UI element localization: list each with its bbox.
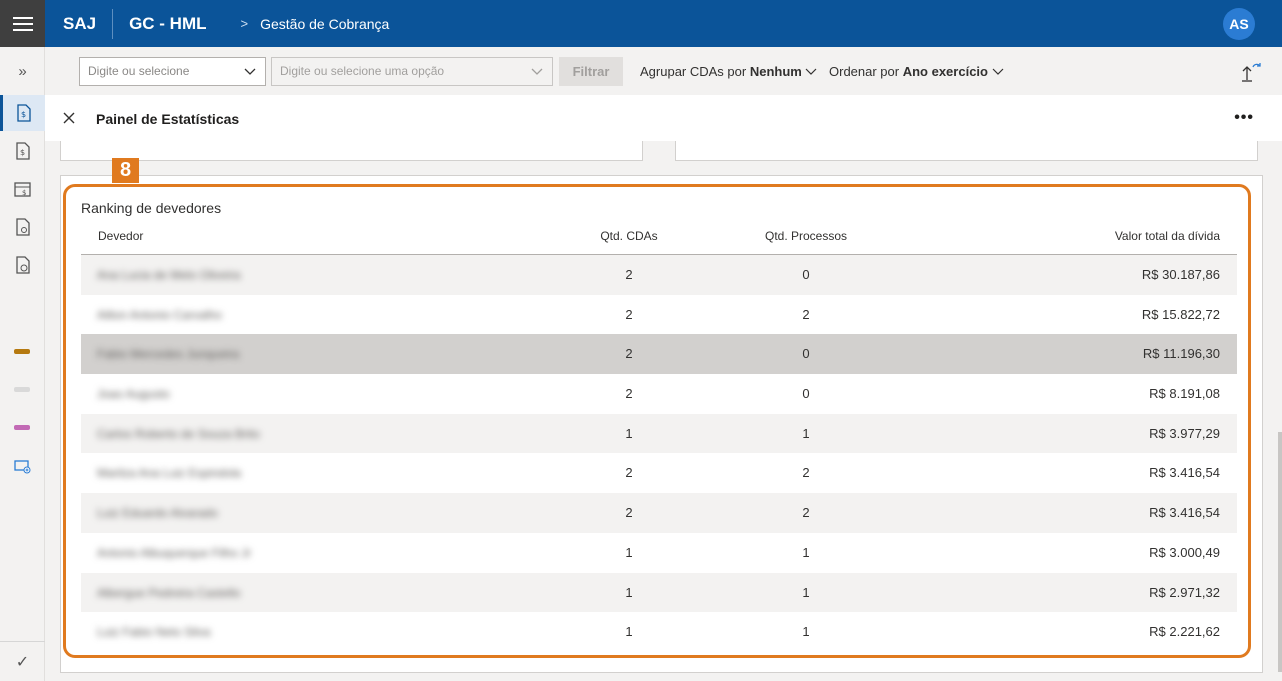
color-marker-purple[interactable] — [14, 425, 30, 430]
breadcrumb[interactable]: Gestão de Cobrança — [260, 16, 389, 32]
order-by-label: Ordenar por — [829, 64, 900, 79]
app-name[interactable]: GC - HML — [129, 14, 206, 34]
document-money-icon[interactable]: $ — [0, 133, 45, 169]
close-icon[interactable] — [62, 111, 76, 125]
cda-document-icon[interactable]: $ — [0, 95, 45, 131]
annotation-badge: 8 — [112, 158, 139, 183]
group-by-dropdown[interactable]: Agrupar CDAs por Nenhum — [640, 64, 817, 79]
group-by-value: Nenhum — [749, 64, 802, 79]
calendar-money-icon[interactable]: $ — [0, 171, 45, 207]
chevron-down-icon — [992, 68, 1004, 75]
more-options-icon[interactable]: ••• — [1234, 109, 1254, 127]
top-bar: SAJ GC - HML > Gestão de Cobrança AS — [0, 0, 1282, 47]
chevron-down-icon — [531, 68, 543, 75]
hamburger-menu-icon[interactable] — [0, 0, 45, 47]
group-by-label: Agrupar CDAs por — [640, 64, 747, 79]
filter-select-2[interactable]: Digite ou selecione uma opção — [271, 57, 553, 86]
check-icon[interactable]: ✓ — [0, 641, 45, 681]
filter-button[interactable]: Filtrar — [559, 57, 623, 86]
content-scrollbar[interactable] — [1278, 432, 1282, 672]
filter-select-2-placeholder: Digite ou selecione uma opção — [280, 64, 445, 78]
brand-logo[interactable]: SAJ — [63, 14, 96, 34]
panel-title: Painel de Estatísticas — [96, 111, 240, 127]
add-board-icon[interactable] — [0, 449, 45, 485]
stat-card-right — [675, 141, 1258, 161]
chevron-right-icon: > — [240, 16, 249, 31]
annotation-highlight-frame — [63, 184, 1251, 658]
order-by-value: Ano exercício — [902, 64, 988, 79]
chevron-down-icon — [244, 68, 256, 75]
color-marker-gray[interactable] — [14, 387, 30, 392]
order-by-dropdown[interactable]: Ordenar por Ano exercício — [829, 64, 1004, 79]
left-rail: » $ $ $ ✓ — [0, 47, 45, 681]
document-clock-icon[interactable] — [0, 247, 45, 283]
panel-header: Painel de Estatísticas ••• — [45, 95, 1282, 141]
expand-icon[interactable]: » — [0, 53, 45, 89]
brand-divider — [112, 8, 114, 39]
svg-text:$: $ — [21, 110, 26, 119]
chevron-down-icon — [806, 68, 817, 75]
stat-card-left — [60, 141, 643, 161]
color-marker-gold[interactable] — [14, 349, 30, 354]
filter-select-1-placeholder: Digite ou selecione — [88, 64, 190, 78]
filter-toolbar: Digite ou selecione Digite ou selecione … — [45, 47, 1282, 95]
filter-select-1[interactable]: Digite ou selecione — [79, 57, 266, 86]
svg-text:$: $ — [20, 148, 25, 157]
svg-text:$: $ — [22, 189, 26, 197]
export-sort-icon[interactable] — [1240, 61, 1262, 83]
user-avatar[interactable]: AS — [1223, 8, 1255, 40]
document-settings-icon[interactable] — [0, 209, 45, 245]
